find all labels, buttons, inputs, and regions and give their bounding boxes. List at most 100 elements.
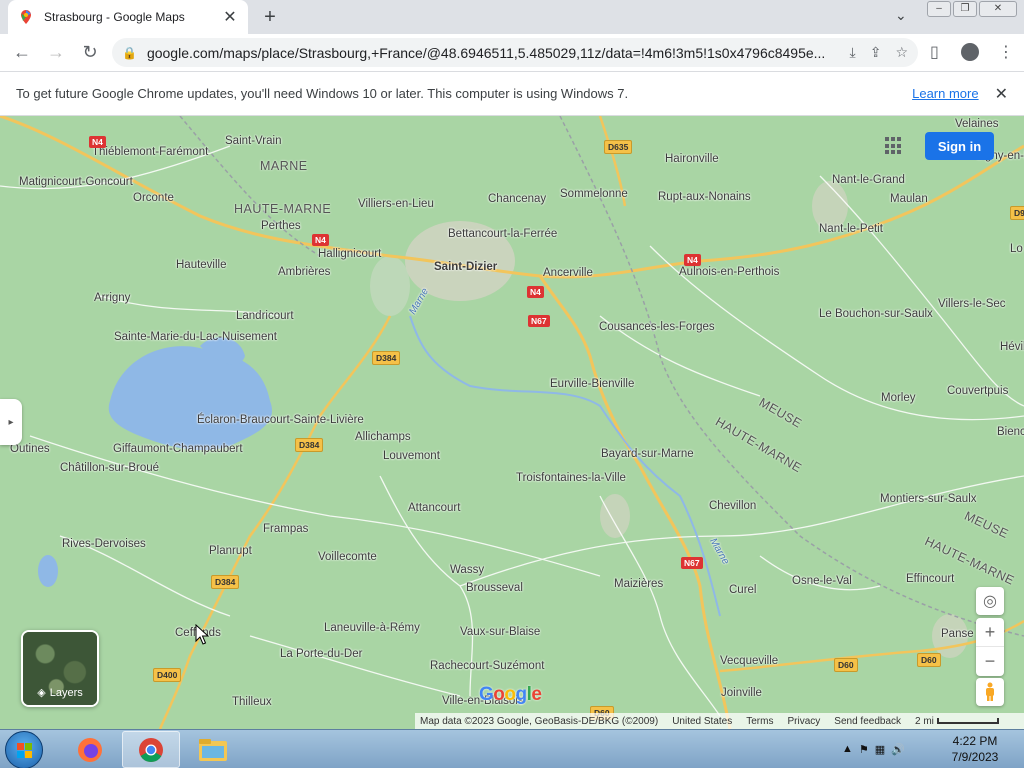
place-joinville[interactable]: Joinville	[721, 687, 762, 699]
place-planrupt[interactable]: Planrupt	[209, 545, 252, 557]
place-troisfontaines[interactable]: Troisfontaines-la-Ville	[516, 472, 626, 484]
sign-in-button[interactable]: Sign in	[925, 132, 994, 160]
place-landricourt[interactable]: Landricourt	[236, 310, 294, 322]
learn-more-link[interactable]: Learn more	[912, 86, 978, 101]
country-link[interactable]: United States	[672, 716, 732, 727]
place-chevillon[interactable]: Chevillon	[709, 500, 756, 512]
place-brousseval[interactable]: Brousseval	[466, 582, 523, 594]
zoom-in-button[interactable]: +	[976, 618, 1004, 647]
place-rives[interactable]: Rives-Dervoises	[62, 538, 146, 550]
place-giffaumont[interactable]: Giffaumont-Champaubert	[113, 443, 243, 455]
privacy-link[interactable]: Privacy	[787, 716, 820, 727]
place-attancourt[interactable]: Attancourt	[408, 502, 460, 514]
place-wassy[interactable]: Wassy	[450, 564, 484, 576]
place-nant-le-grand[interactable]: Nant-le-Grand	[832, 174, 905, 186]
bookmark-star-icon[interactable]: ☆	[895, 44, 908, 61]
place-hevil[interactable]: Hévil	[1000, 341, 1024, 353]
place-vaux[interactable]: Vaux-sur-Blaise	[460, 626, 540, 638]
place-panse[interactable]: Panse	[941, 628, 974, 640]
zoom-out-button[interactable]: −	[976, 647, 1004, 676]
volume-icon[interactable]: 🔊	[891, 743, 905, 756]
taskbar-firefox[interactable]	[61, 731, 119, 768]
minimize-button[interactable]: –	[927, 1, 951, 17]
place-couvertpuis[interactable]: Couvertpuis	[947, 385, 1008, 397]
tab-google-maps[interactable]: Strasbourg - Google Maps ✕	[8, 0, 248, 34]
place-sainte-marie[interactable]: Sainte-Marie-du-Lac-Nuisement	[114, 331, 277, 343]
place-nant-le-petit[interactable]: Nant-le-Petit	[819, 223, 883, 235]
action-center-icon[interactable]: ⚑	[859, 743, 869, 756]
place-saint-dizier[interactable]: Saint-Dizier	[434, 261, 497, 273]
place-morley[interactable]: Morley	[881, 392, 916, 404]
map-canvas[interactable]: Velaines Thiéblemont-Farémont Saint-Vrai…	[0, 116, 1024, 729]
scale-indicator[interactable]: 2 mi	[915, 716, 999, 727]
maximize-button[interactable]: ❐	[953, 1, 977, 17]
share-icon[interactable]: ⇪	[870, 44, 882, 61]
place-louvemont[interactable]: Louvemont	[383, 450, 440, 462]
tab-search-chevron-icon[interactable]: ⌄	[895, 7, 907, 24]
place-aulnois[interactable]: Aulnois-en-Perthois	[679, 266, 779, 278]
place-villiers-en-lieu[interactable]: Villiers-en-Lieu	[358, 198, 434, 210]
tab-close-icon[interactable]: ✕	[222, 7, 238, 27]
place-rachecourt[interactable]: Rachecourt-Suzémont	[430, 660, 544, 672]
place-rupt-aux-nonains[interactable]: Rupt-aux-Nonains	[658, 191, 751, 203]
place-saint-vrain[interactable]: Saint-Vrain	[225, 135, 281, 147]
place-curel[interactable]: Curel	[729, 584, 756, 596]
place-ambrieres[interactable]: Ambrières	[278, 266, 330, 278]
new-tab-button[interactable]: +	[258, 5, 282, 29]
place-eurville[interactable]: Eurville-Bienville	[550, 378, 634, 390]
place-villers-le-sec[interactable]: Villers-le-Sec	[938, 298, 1006, 310]
lock-icon[interactable]: 🔒	[122, 46, 137, 60]
place-velaines[interactable]: Velaines	[955, 118, 998, 130]
place-chatillon[interactable]: Châtillon-sur-Broué	[60, 462, 159, 474]
back-button[interactable]: ←	[6, 37, 38, 69]
expand-side-panel-button[interactable]: ▸	[0, 399, 22, 445]
show-hidden-icons-icon[interactable]: ▲	[842, 743, 853, 755]
place-sommelonne[interactable]: Sommelonne	[560, 188, 628, 200]
place-matignicourt[interactable]: Matignicourt-Goncourt	[19, 176, 133, 188]
infobar-close-icon[interactable]: ✕	[995, 84, 1008, 104]
place-laneuville[interactable]: Laneuville-à-Rémy	[324, 622, 420, 634]
place-montiers[interactable]: Montiers-sur-Saulx	[880, 493, 977, 505]
place-osne[interactable]: Osne-le-Val	[792, 575, 852, 587]
place-bettancourt[interactable]: Bettancourt-la-Ferrée	[448, 228, 557, 240]
place-le-bouchon[interactable]: Le Bouchon-sur-Saulx	[819, 308, 933, 320]
pegman-icon[interactable]	[976, 678, 1004, 706]
place-haironville[interactable]: Haironville	[665, 153, 719, 165]
place-thilleux[interactable]: Thilleux	[232, 696, 272, 708]
place-bienc[interactable]: Bienc	[997, 426, 1024, 438]
forward-button[interactable]: →	[40, 37, 72, 69]
place-thieblemont[interactable]: Thiéblemont-Farémont	[92, 146, 208, 158]
my-location-icon[interactable]: ◎	[976, 587, 1004, 615]
reload-button[interactable]: ↻	[74, 37, 106, 69]
place-perthes[interactable]: Perthes	[261, 220, 301, 232]
place-la-porte[interactable]: La Porte-du-Der	[280, 648, 362, 660]
google-apps-icon[interactable]	[885, 137, 903, 155]
place-effincourt[interactable]: Effincourt	[906, 573, 954, 585]
install-app-icon[interactable]: ⤓	[850, 44, 856, 61]
window-close-button[interactable]: ✕	[979, 1, 1017, 17]
place-ancerville[interactable]: Ancerville	[543, 267, 593, 279]
place-frampas[interactable]: Frampas	[263, 523, 308, 535]
start-button[interactable]	[5, 731, 43, 768]
network-icon[interactable]: ▦	[875, 743, 885, 756]
place-hallignicourt[interactable]: Hallignicourt	[318, 248, 381, 260]
place-maizieres[interactable]: Maizières	[614, 578, 663, 590]
place-outines[interactable]: Outines	[10, 443, 50, 455]
taskbar-file-explorer[interactable]	[184, 731, 242, 768]
side-panel-icon[interactable]: ▯	[930, 42, 939, 62]
send-feedback-link[interactable]: Send feedback	[834, 716, 901, 727]
menu-kebab-icon[interactable]: ⋮	[998, 42, 1014, 62]
place-maulan[interactable]: Maulan	[890, 193, 928, 205]
url-text[interactable]: google.com/maps/place/Strasbourg,+France…	[147, 45, 842, 61]
taskbar-chrome[interactable]	[122, 731, 180, 768]
place-arrigny[interactable]: Arrigny	[94, 292, 130, 304]
profile-avatar-icon[interactable]	[961, 43, 979, 61]
place-hauteville[interactable]: Hauteville	[176, 259, 227, 271]
terms-link[interactable]: Terms	[746, 716, 773, 727]
place-vecqueville[interactable]: Vecqueville	[720, 655, 778, 667]
place-orconte[interactable]: Orconte	[133, 192, 174, 204]
place-allichamps[interactable]: Allichamps	[355, 431, 411, 443]
place-lo[interactable]: Lo	[1010, 243, 1023, 255]
place-bayard[interactable]: Bayard-sur-Marne	[601, 448, 694, 460]
clock[interactable]: 4:22 PM 7/9/2023	[940, 733, 1010, 765]
